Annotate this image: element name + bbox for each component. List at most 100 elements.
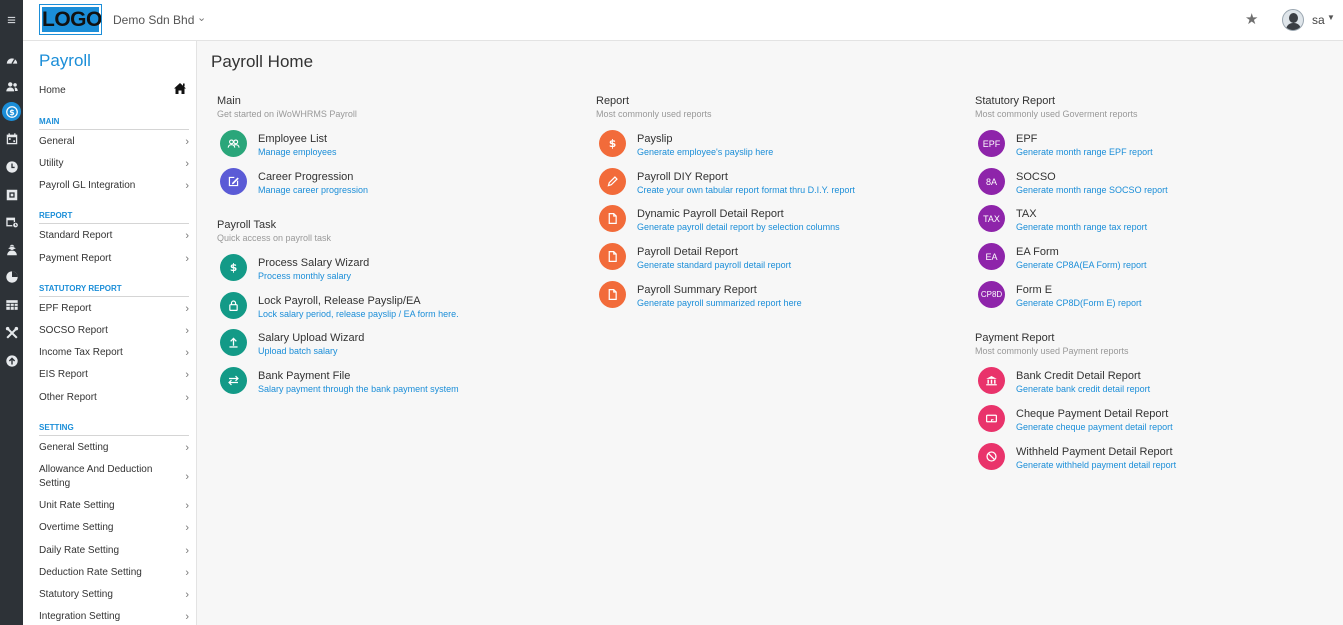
shortcut-title[interactable]: Cheque Payment Detail Report — [1016, 408, 1168, 420]
shortcut-title[interactable]: Payroll Detail Report — [637, 246, 738, 258]
sidebar-item[interactable]: Standard Report › — [39, 229, 189, 243]
sidebar-item-home[interactable]: Home — [39, 85, 66, 96]
shortcut-link[interactable]: Upload batch salary — [258, 346, 338, 356]
file-icon[interactable] — [599, 205, 626, 232]
shortcut-item[interactable]: EPF EPF Generate month range EPF report — [978, 130, 1318, 160]
shortcut-link[interactable]: Salary payment through the bank payment … — [258, 384, 459, 394]
user-name[interactable]: sa — [1312, 13, 1325, 27]
shortcut-link[interactable]: Generate employee's payslip here — [637, 147, 773, 157]
hamburger-menu-icon[interactable]: ≡ — [0, 0, 23, 41]
sidebar-item[interactable]: General Setting › — [39, 441, 189, 455]
bank-icon[interactable] — [978, 367, 1005, 394]
rail-tools-icon[interactable] — [2, 323, 21, 342]
sidebar-item[interactable]: Statutory Setting › — [39, 588, 189, 602]
rail-calendar-icon[interactable] — [2, 129, 21, 148]
shortcut-item[interactable]: Cheque Payment Detail Report Generate che… — [978, 405, 1318, 435]
badge-epf-icon[interactable]: EPF — [978, 130, 1005, 157]
shortcut-title[interactable]: Salary Upload Wizard — [258, 332, 364, 344]
rail-chart-icon[interactable] — [2, 267, 21, 286]
shortcut-title[interactable]: EA Form — [1016, 246, 1059, 258]
sidebar-item[interactable]: Payment Report › — [39, 252, 189, 266]
user-avatar[interactable] — [1282, 9, 1304, 31]
rail-clock-icon[interactable] — [2, 157, 21, 176]
shortcut-link[interactable]: Generate CP8D(Form E) report — [1016, 298, 1142, 308]
shortcut-item[interactable]: Bank Credit Detail Report Generate bank c… — [978, 367, 1318, 397]
shortcut-item[interactable]: Payroll Summary Report Generate payroll s… — [599, 281, 939, 311]
transfer-icon[interactable] — [220, 367, 247, 394]
shortcut-item[interactable]: CP8D Form E Generate CP8D(Form E) report — [978, 281, 1318, 311]
shortcut-item[interactable]: Salary Upload Wizard Upload batch salary — [220, 329, 560, 359]
sidebar-item[interactable]: Income Tax Report › — [39, 346, 189, 360]
rail-table-icon[interactable] — [2, 295, 21, 314]
file-icon[interactable] — [599, 281, 626, 308]
shortcut-title[interactable]: Employee List — [258, 133, 327, 145]
sidebar-item[interactable]: Overtime Setting › — [39, 521, 189, 535]
shortcut-item[interactable]: 8A SOCSO Generate month range SOCSO report — [978, 168, 1318, 198]
shortcut-title[interactable]: Bank Payment File — [258, 370, 350, 382]
shortcut-link[interactable]: Manage career progression — [258, 185, 368, 195]
dollar-icon[interactable]: $ — [599, 130, 626, 157]
shortcut-link[interactable]: Create your own tabular report format th… — [637, 185, 855, 195]
sidebar-item[interactable]: SOCSO Report › — [39, 324, 189, 338]
shortcut-item[interactable]: $ Payslip Generate employee's payslip here — [599, 130, 939, 160]
shortcut-item[interactable]: Dynamic Payroll Detail Report Generate pa… — [599, 205, 939, 235]
shortcut-link[interactable]: Process monthly salary — [258, 271, 351, 281]
shortcut-item[interactable]: Lock Payroll, Release Payslip/EA Lock sal… — [220, 292, 560, 322]
shortcut-link[interactable]: Generate month range EPF report — [1016, 147, 1153, 157]
rail-people-icon[interactable] — [2, 77, 21, 96]
upload-icon[interactable] — [220, 329, 247, 356]
home-icon[interactable] — [173, 82, 187, 95]
shortcut-title[interactable]: TAX — [1016, 208, 1037, 220]
shortcut-item[interactable]: Career Progression Manage career progress… — [220, 168, 560, 198]
shortcut-item[interactable]: Bank Payment File Salary payment through … — [220, 367, 560, 397]
sidebar-item[interactable]: Allowance And Deduction Setting › — [39, 463, 189, 491]
shortcut-item[interactable]: $ Process Salary Wizard Process monthly sa… — [220, 254, 560, 284]
shortcut-item[interactable]: Payroll Detail Report Generate standard p… — [599, 243, 939, 273]
shortcut-title[interactable]: SOCSO — [1016, 171, 1056, 183]
user-dropdown-caret-icon[interactable]: ▼ — [1327, 13, 1335, 22]
sidebar-item[interactable]: EPF Report › — [39, 302, 189, 316]
users-icon[interactable] — [220, 130, 247, 157]
rail-payroll-icon[interactable]: $ — [2, 102, 21, 121]
shortcut-link[interactable]: Manage employees — [258, 147, 337, 157]
shortcut-title[interactable]: Payslip — [637, 133, 672, 145]
dollar-icon[interactable]: $ — [220, 254, 247, 281]
sidebar-item[interactable]: Deduction Rate Setting › — [39, 566, 189, 580]
shortcut-item[interactable]: Payroll DIY Report Create your own tabula… — [599, 168, 939, 198]
badge-ea-icon[interactable]: EA — [978, 243, 1005, 270]
shortcut-item[interactable]: EA EA Form Generate CP8A(EA Form) report — [978, 243, 1318, 273]
shortcut-link[interactable]: Generate cheque payment detail report — [1016, 422, 1173, 432]
shortcut-title[interactable]: Bank Credit Detail Report — [1016, 370, 1141, 382]
sidebar-item[interactable]: Daily Rate Setting › — [39, 544, 189, 558]
shortcut-link[interactable]: Generate bank credit detail report — [1016, 384, 1150, 394]
shortcut-link[interactable]: Generate withheld payment detail report — [1016, 460, 1176, 470]
badge-cp8d-icon[interactable]: CP8D — [978, 281, 1005, 308]
pencil-icon[interactable] — [599, 168, 626, 195]
shortcut-title[interactable]: Career Progression — [258, 171, 353, 183]
shortcut-title[interactable]: Payroll DIY Report — [637, 171, 728, 183]
sidebar-item[interactable]: Unit Rate Setting › — [39, 499, 189, 513]
shortcut-link[interactable]: Lock salary period, release payslip / EA… — [258, 309, 459, 319]
cheque-icon[interactable] — [978, 405, 1005, 432]
shortcut-item[interactable]: Withheld Payment Detail Report Generate w… — [978, 443, 1318, 473]
rail-claim-icon[interactable] — [2, 185, 21, 204]
sidebar-item[interactable]: General › — [39, 135, 189, 149]
rail-training-icon[interactable] — [2, 240, 21, 259]
shortcut-link[interactable]: Generate month range SOCSO report — [1016, 185, 1168, 195]
shortcut-link[interactable]: Generate month range tax report — [1016, 222, 1147, 232]
shortcut-link[interactable]: Generate standard payroll detail report — [637, 260, 791, 270]
shortcut-title[interactable]: Dynamic Payroll Detail Report — [637, 208, 784, 220]
sidebar-item[interactable]: Other Report › — [39, 391, 189, 405]
file-icon[interactable] — [599, 243, 626, 270]
sidebar-item[interactable]: Payroll GL Integration › — [39, 179, 189, 193]
badge-tax-icon[interactable]: TAX — [978, 205, 1005, 232]
shortcut-title[interactable]: Process Salary Wizard — [258, 257, 369, 269]
sidebar-item[interactable]: Utility › — [39, 157, 189, 171]
shortcut-link[interactable]: Generate payroll detail report by select… — [637, 222, 840, 232]
shortcut-title[interactable]: Payroll Summary Report — [637, 284, 757, 296]
favorite-star-icon[interactable]: ★ — [1245, 10, 1258, 28]
sidebar-item[interactable]: Integration Setting › — [39, 610, 189, 624]
shortcut-title[interactable]: Form E — [1016, 284, 1052, 296]
chevron-down-icon[interactable]: ⌄ — [197, 11, 206, 24]
ban-icon[interactable] — [978, 443, 1005, 470]
